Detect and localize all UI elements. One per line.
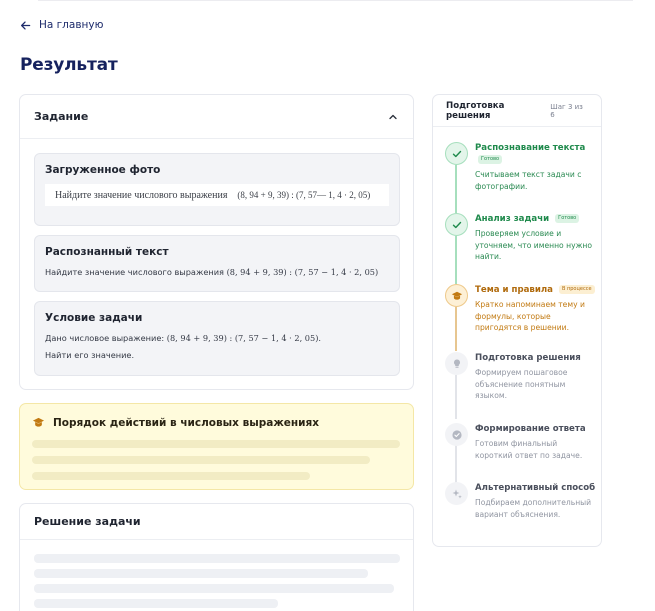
loading-skeleton xyxy=(32,440,400,448)
loading-skeleton xyxy=(34,599,278,608)
arrow-left-icon xyxy=(21,20,31,30)
uploaded-photo-block: Загруженное фото Найдите значение числов… xyxy=(34,153,400,226)
condition-text: Дано числовое выражение: xyxy=(45,333,165,343)
status-badge: В процессе xyxy=(558,285,595,294)
top-divider xyxy=(38,0,633,1)
graduation-cap-icon xyxy=(445,284,468,307)
back-link[interactable]: На главную xyxy=(20,19,103,31)
steps-panel-title: Подготовка решения xyxy=(446,100,505,121)
solution-title: Решение задачи xyxy=(20,504,413,540)
step-description: Проверяем условие и уточняем, что именно… xyxy=(475,229,593,261)
step-title: Альтернативный способ xyxy=(475,483,596,493)
task-title: Задание xyxy=(34,110,89,123)
back-link-label: На главную xyxy=(39,19,104,31)
loading-skeleton xyxy=(32,472,310,480)
recognized-text-title: Распознанный текст xyxy=(45,246,169,258)
step-description: Готовим финальный короткий ответ по зада… xyxy=(475,439,583,460)
step-counter: Шаг 3 из 6 xyxy=(550,102,583,119)
check-icon xyxy=(445,213,468,236)
step-title: Формирование ответа xyxy=(475,424,586,434)
uploaded-photo-image: Найдите значение числового выражения (8,… xyxy=(45,184,389,206)
status-badge: Готово xyxy=(555,214,580,223)
topic-title: Порядок действий в числовых выражениях xyxy=(53,416,320,429)
step-description: Считываем текст задачи с фотографии. xyxy=(475,170,582,191)
check-icon xyxy=(445,142,468,165)
loading-skeleton xyxy=(34,554,400,563)
lightbulb-icon xyxy=(445,352,468,375)
loading-skeleton xyxy=(34,584,394,593)
step-title: Подготовка решения xyxy=(475,353,581,363)
step-description: Подбираем дополнительный вариант объясне… xyxy=(475,498,592,519)
condition-block: Условие задачи Дано числовое выражение: … xyxy=(34,301,400,376)
condition-math: (8, 94 + 9, 39) : (7, 57 − 1, 4 · 2, 05)… xyxy=(166,333,322,343)
condition-title: Условие задачи xyxy=(45,312,143,324)
condition-body: Дано числовое выражение: (8, 94 + 9, 39)… xyxy=(45,333,389,343)
photo-math: (8, 94 + 9, 39) : (7, 57— 1, 4 · 2, 05) xyxy=(237,190,371,200)
uploaded-photo-title: Загруженное фото xyxy=(45,164,161,176)
chevron-up-icon[interactable] xyxy=(387,111,399,123)
topic-card: Порядок действий в числовых выражениях xyxy=(19,403,414,490)
photo-text: Найдите значение числового выражения xyxy=(55,189,228,201)
recognized-text: Найдите значение числового выражения xyxy=(45,267,224,277)
check-circle-icon xyxy=(445,423,468,446)
solution-card: Решение задачи xyxy=(19,503,414,611)
status-badge: Готово xyxy=(478,155,503,164)
step-connector xyxy=(455,375,457,419)
loading-skeleton xyxy=(34,569,368,578)
recognized-text-block: Распознанный текст Найдите значение числ… xyxy=(34,235,400,292)
sparkles-icon xyxy=(445,482,468,505)
step-title: Распознавание текста xyxy=(475,143,586,153)
recognized-text-body: Найдите значение числового выражения (8,… xyxy=(45,267,389,277)
step-title: Анализ задачи xyxy=(475,214,550,224)
step-connector xyxy=(455,307,457,351)
step-title: Тема и правила xyxy=(475,285,553,295)
task-header[interactable]: Задание xyxy=(20,95,413,139)
condition-text-2: Найти его значение. xyxy=(45,350,135,360)
task-card: Задание Загруженное фото Найдите значени… xyxy=(19,94,414,390)
graduation-cap-icon xyxy=(32,416,45,429)
recognized-math: (8, 94 + 9, 39) : (7, 57 − 1, 4 · 2, 05) xyxy=(226,267,379,277)
step-connector xyxy=(455,236,457,284)
page-title: Результат xyxy=(20,55,118,75)
step-description: Кратко напоминаем тему и формулы, которы… xyxy=(475,300,585,332)
steps-panel: Подготовка решения Шаг 3 из 6 Распознава… xyxy=(432,94,602,547)
loading-skeleton xyxy=(32,456,370,464)
step-description: Формируем пошаговое объяснение понятным … xyxy=(475,368,568,400)
step-connector xyxy=(455,165,457,213)
